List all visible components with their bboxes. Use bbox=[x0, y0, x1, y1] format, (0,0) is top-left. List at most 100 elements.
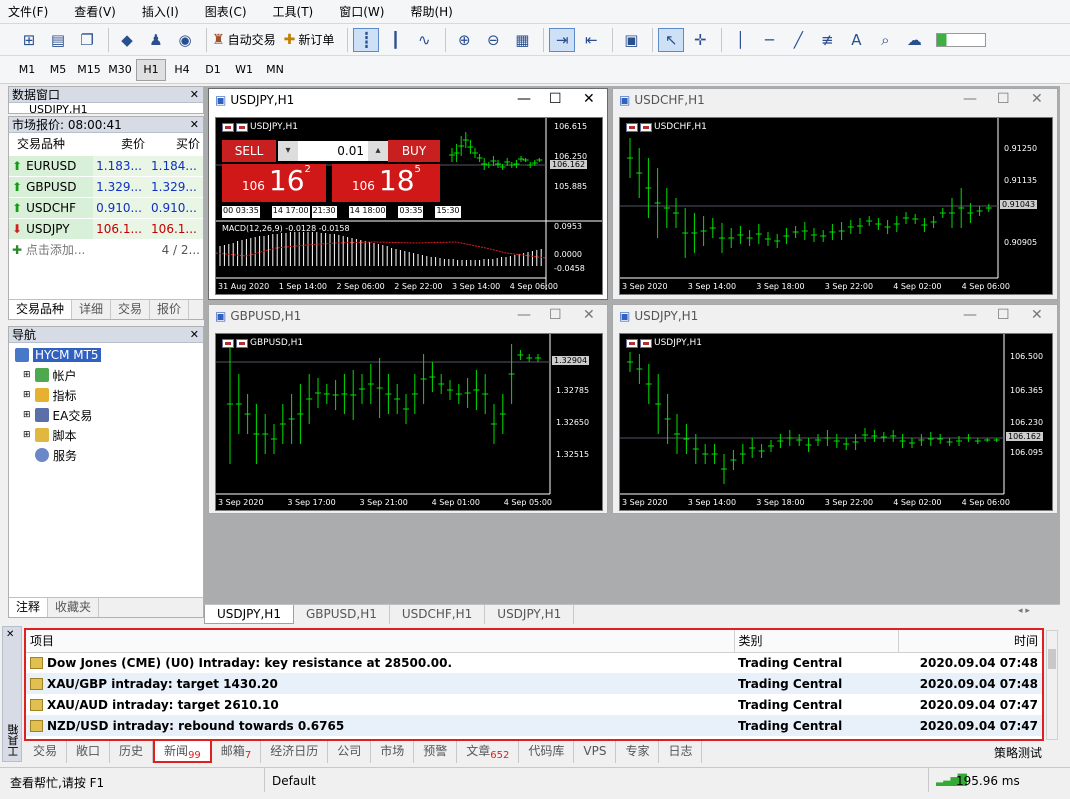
lot-increase-icon[interactable]: ▴ bbox=[368, 141, 388, 161]
search-icon[interactable]: ⌕ bbox=[872, 28, 898, 52]
table-row[interactable]: XAU/AUD intraday: target 2610.10 Trading … bbox=[26, 694, 1042, 715]
toolbox-tab[interactable]: 公司 bbox=[328, 741, 372, 763]
tab-scroll-arrows[interactable]: ◂ ▸ bbox=[1018, 606, 1030, 616]
close-icon[interactable]: ✕ bbox=[190, 117, 199, 133]
timeframe-button[interactable]: M1 bbox=[12, 59, 42, 81]
profiles-icon[interactable]: ▤ bbox=[45, 28, 71, 52]
news-scrollbar[interactable] bbox=[1046, 630, 1058, 740]
timeframe-button[interactable]: M5 bbox=[43, 59, 73, 81]
close-icon[interactable]: ✕ bbox=[1031, 91, 1043, 107]
crosshair-icon[interactable]: ✛ bbox=[687, 28, 713, 52]
menu-item[interactable]: 帮助(H) bbox=[410, 3, 452, 20]
maximize-icon[interactable]: ☐ bbox=[997, 91, 1010, 107]
market-watch-tab[interactable]: 交易 bbox=[111, 300, 151, 319]
chart-tab[interactable]: USDJPY,H1 bbox=[204, 605, 294, 624]
add-symbol-row[interactable]: ✚ 点击添加... 4 / 2... bbox=[9, 239, 203, 261]
copy-icon[interactable]: ❐ bbox=[74, 28, 100, 52]
close-icon[interactable]: ✕ bbox=[190, 87, 199, 103]
buy-price[interactable]: 106 185 bbox=[332, 164, 440, 202]
navigator-tab[interactable]: 注释 bbox=[9, 598, 49, 617]
vertical-line-icon[interactable]: │ bbox=[727, 28, 753, 52]
user-icon[interactable]: ♟ bbox=[143, 28, 169, 52]
menu-item[interactable]: 插入(I) bbox=[142, 3, 179, 20]
menu-item[interactable]: 查看(V) bbox=[74, 3, 116, 20]
table-row[interactable]: NZD/USD intraday: rebound towards 0.6765… bbox=[26, 715, 1042, 736]
chart-window-usdjpy[interactable]: ▣ USDJPY,H1 — ☐ ✕ USDJPY,H1 106.500 106.3… bbox=[612, 304, 1058, 514]
close-icon[interactable]: ✕ bbox=[583, 91, 595, 107]
nav-item-experts[interactable]: ⊞ EA交易 bbox=[15, 405, 203, 425]
metaeditor-icon[interactable]: ◆ bbox=[114, 28, 140, 52]
menu-item[interactable]: 窗口(W) bbox=[339, 3, 384, 20]
timeframe-button[interactable]: H4 bbox=[167, 59, 197, 81]
auto-trade-button[interactable]: ♜ 自动交易 bbox=[212, 31, 276, 48]
bar-chart-icon[interactable]: ┋ bbox=[353, 27, 380, 52]
chart-tab[interactable]: USDCHF,H1 bbox=[390, 605, 486, 624]
lot-decrease-icon[interactable]: ▾ bbox=[278, 141, 298, 161]
cursor-icon[interactable]: ↖ bbox=[658, 27, 685, 52]
market-watch-tab[interactable]: 交易品种 bbox=[9, 300, 73, 319]
menu-item[interactable]: 工具(T) bbox=[273, 3, 314, 20]
toolbox-tab[interactable]: 日志 bbox=[659, 741, 703, 763]
new-order-button[interactable]: ✚ 新订单 bbox=[284, 31, 335, 48]
maximize-icon[interactable]: ☐ bbox=[549, 91, 562, 107]
toolbox-tab[interactable]: 交易 bbox=[24, 741, 68, 763]
table-row[interactable]: ⬆ USDCHF 0.910... 0.910... bbox=[9, 197, 203, 219]
table-row[interactable]: ⬆ EURUSD 1.183... 1.184... bbox=[9, 155, 203, 177]
toolbox-tab[interactable]: 经济日历 bbox=[261, 741, 329, 763]
toolbox-tab[interactable]: 专家 bbox=[616, 741, 660, 763]
templates-icon[interactable]: ▣ bbox=[618, 28, 644, 52]
horizontal-line-icon[interactable]: ─ bbox=[756, 28, 782, 52]
chart-window-gbpusd[interactable]: ▣ GBPUSD,H1 — ☐ ✕ GBPUSD,H1 1.32904 1.327… bbox=[208, 304, 608, 514]
menu-item[interactable]: 文件(F) bbox=[8, 3, 48, 20]
close-icon[interactable]: ✕ bbox=[190, 327, 199, 343]
fibo-icon[interactable]: ≢ bbox=[814, 28, 840, 52]
chart-usdjpy[interactable]: USDJPY,H1 106.500 106.365 106.230 106.16… bbox=[619, 333, 1053, 511]
table-row[interactable]: ⬇ USDJPY 106.1... 106.1... bbox=[9, 218, 203, 240]
expand-icon[interactable]: ⊞ bbox=[23, 410, 31, 420]
window-title-bar[interactable]: ▣ USDJPY,H1 — ☐ ✕ bbox=[209, 89, 607, 111]
close-icon[interactable]: ✕ bbox=[583, 307, 595, 323]
toolbox-tab[interactable]: 邮箱7 bbox=[212, 741, 262, 763]
nav-item-accounts[interactable]: ⊞ 帐户 bbox=[15, 365, 203, 385]
shift-icon[interactable]: ⇤ bbox=[578, 28, 604, 52]
chart-tab[interactable]: USDJPY,H1 bbox=[485, 605, 575, 624]
nav-item-scripts[interactable]: ⊞ 脚本 bbox=[15, 425, 203, 445]
timeframe-button[interactable]: MN bbox=[260, 59, 290, 81]
toolbox-tab[interactable]: 敞口 bbox=[67, 741, 111, 763]
window-title-bar[interactable]: ▣ GBPUSD,H1 — ☐ ✕ bbox=[209, 305, 607, 327]
toolbox-tab[interactable]: VPS bbox=[574, 741, 617, 763]
timeframe-button[interactable]: D1 bbox=[198, 59, 228, 81]
close-icon[interactable]: ✕ bbox=[1031, 307, 1043, 323]
navigator-tab[interactable]: 收藏夹 bbox=[48, 598, 100, 617]
timeframe-button[interactable]: H1 bbox=[136, 58, 166, 81]
minimize-icon[interactable]: — bbox=[517, 91, 531, 107]
sell-button[interactable]: SELL bbox=[222, 140, 276, 162]
toolbox-tab[interactable]: 预警 bbox=[414, 741, 458, 763]
market-watch-tab[interactable]: 报价 bbox=[150, 300, 190, 319]
expand-icon[interactable]: ⊞ bbox=[23, 430, 31, 440]
lot-input[interactable]: 0.01 bbox=[298, 141, 368, 161]
strategy-tester-tab[interactable]: 策略测试 bbox=[994, 744, 1042, 761]
window-title-bar[interactable]: ▣ USDJPY,H1 — ☐ ✕ bbox=[613, 305, 1057, 327]
minimize-icon[interactable]: — bbox=[517, 307, 531, 323]
chart-window-usdjpy-main[interactable]: ▣ USDJPY,H1 — ☐ ✕ USDJPY,H1 SELL ▾ 0.01 ▴… bbox=[208, 88, 608, 300]
sell-price[interactable]: 106 162 bbox=[222, 164, 326, 202]
market-watch-tab[interactable]: 详细 bbox=[72, 300, 112, 319]
candle-icon[interactable]: ┃ bbox=[382, 28, 408, 52]
nav-item-account-root[interactable]: HYCM MT5 bbox=[15, 345, 203, 365]
close-icon[interactable]: ✕ bbox=[6, 629, 14, 640]
minimize-icon[interactable]: — bbox=[963, 91, 977, 107]
toolbox-tab[interactable]: 文章652 bbox=[457, 741, 520, 763]
minimize-icon[interactable]: — bbox=[963, 307, 977, 323]
timeframe-button[interactable]: W1 bbox=[229, 59, 259, 81]
table-row[interactable]: Dow Jones (CME) (U0) Intraday: key resis… bbox=[26, 652, 1042, 673]
signal-icon[interactable]: ◉ bbox=[172, 28, 198, 52]
window-title-bar[interactable]: ▣ USDCHF,H1 — ☐ ✕ bbox=[613, 89, 1057, 111]
zoom-out-icon[interactable]: ⊖ bbox=[480, 28, 506, 52]
chart-window-usdchf[interactable]: ▣ USDCHF,H1 — ☐ ✕ USDCHF,H1 0.91250 0.911… bbox=[612, 88, 1058, 300]
nav-item-indicators[interactable]: ⊞ 指标 bbox=[15, 385, 203, 405]
autoscroll-icon[interactable]: ⇥ bbox=[549, 27, 576, 52]
trendline-icon[interactable]: ╱ bbox=[785, 28, 811, 52]
timeframe-button[interactable]: M30 bbox=[105, 59, 135, 81]
toolbox-tab[interactable]: 代码库 bbox=[519, 741, 575, 763]
